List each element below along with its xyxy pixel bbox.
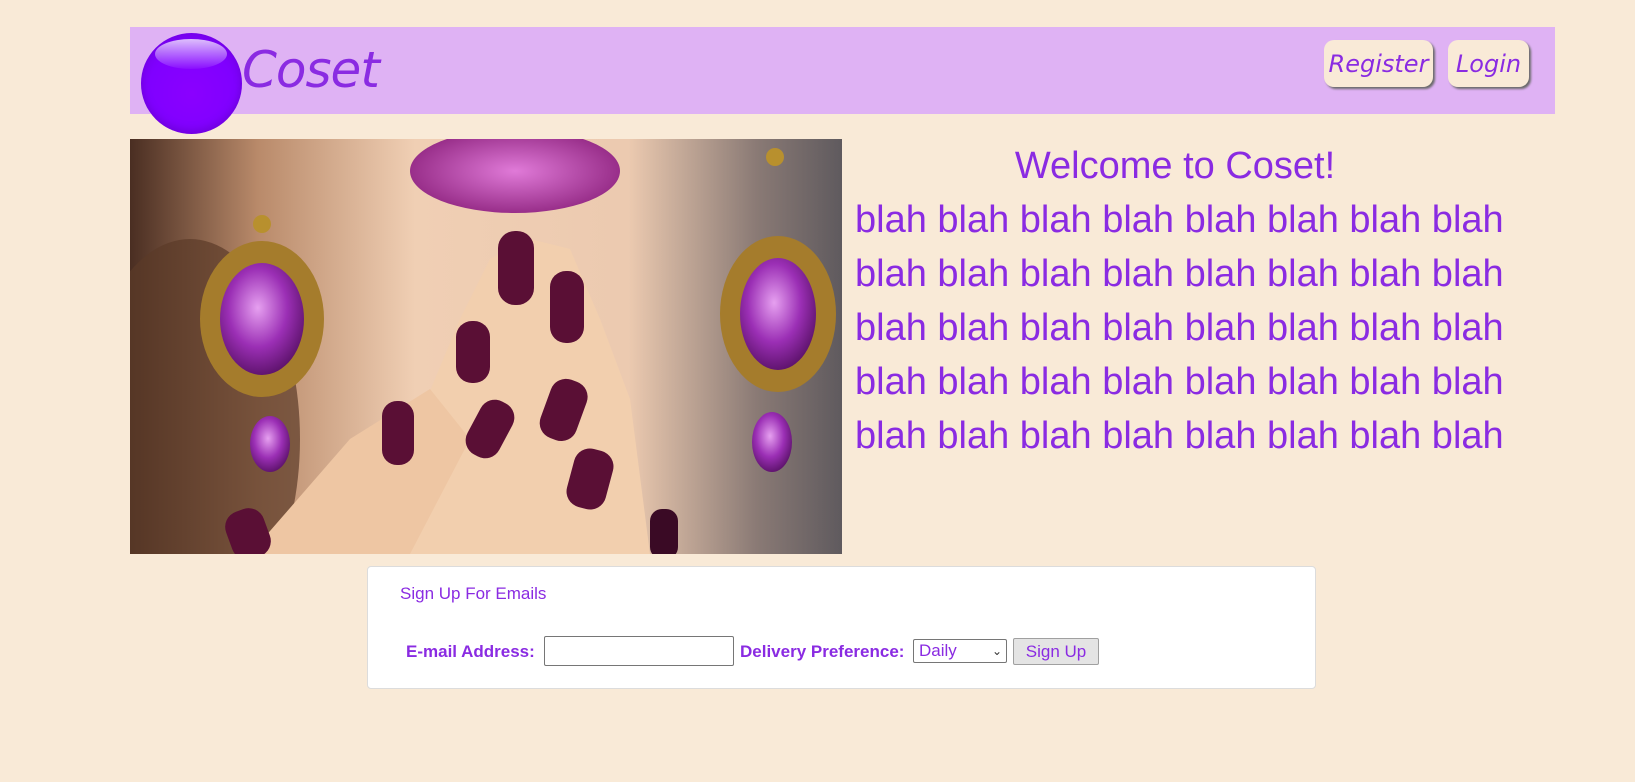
delivery-preference-select[interactable]: Daily ⌄: [913, 639, 1007, 663]
delivery-preference-label: Delivery Preference:: [740, 642, 905, 661]
brand-name[interactable]: Coset: [242, 40, 380, 100]
delivery-preference-value: Daily: [919, 641, 957, 660]
logo-orb-icon[interactable]: [141, 33, 242, 134]
register-button[interactable]: Register: [1324, 40, 1433, 87]
welcome-title: Welcome to Coset!: [1014, 145, 1336, 187]
model-with-jewelry-image: [130, 139, 842, 554]
hero-image: [130, 139, 842, 554]
welcome-body: blah blah blah blah blah blah blah blah …: [855, 199, 1504, 457]
chevron-down-icon: ⌄: [991, 644, 1002, 658]
logo-shine: [155, 39, 227, 69]
email-field[interactable]: [544, 636, 734, 666]
login-button[interactable]: Login: [1448, 40, 1529, 87]
signup-title: Sign Up For Emails: [400, 584, 547, 603]
email-label: E-mail Address:: [406, 642, 535, 661]
sign-up-button[interactable]: Sign Up: [1013, 638, 1099, 665]
email-signup-panel: Sign Up For Emails E-mail Address: Deliv…: [367, 566, 1316, 689]
